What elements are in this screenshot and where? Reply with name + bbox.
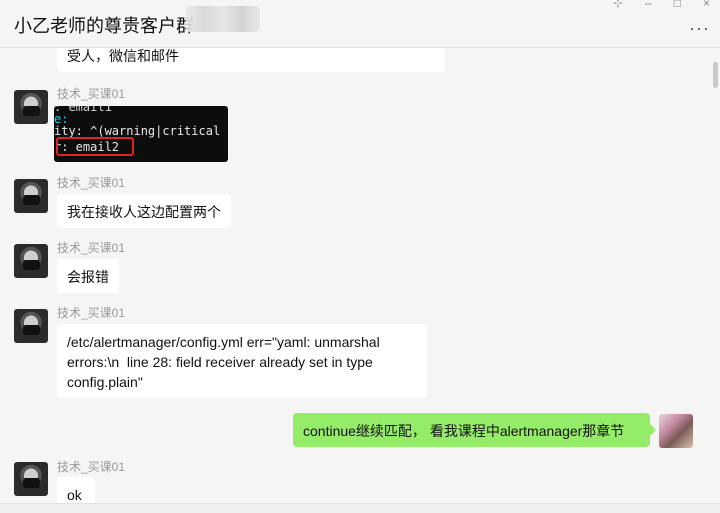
message-text: ok [67,487,82,503]
code-line: ity: ^(warning|critical [54,124,221,138]
message-text: 会报错 [67,269,109,285]
sender-name: 技术_买课01 [57,306,126,320]
sender-name: 技术_买课01 [57,460,126,474]
message-text: continue继续匹配， 看我课程中alertmanager那章节 [303,423,625,439]
highlight-box [56,137,134,156]
avatar[interactable] [14,244,48,278]
message-text: 我在接收人这边配置两个 [67,204,221,220]
sender-name: 技术_买课01 [57,241,126,255]
my-avatar[interactable] [659,414,693,448]
minimize-icon[interactable]: – [645,0,652,10]
message-text-line: /etc/alertmanager/config.yml err="yaml: … [67,334,380,350]
avatar[interactable] [14,90,48,124]
code-screenshot-image[interactable]: : email1 e: ity: ^(warning|critical r: e… [54,106,228,162]
my-message-bubble[interactable]: continue继续匹配， 看我课程中alertmanager那章节 [293,413,656,447]
scrollbar-thumb[interactable] [713,62,718,88]
maximize-icon[interactable]: □ [674,0,681,10]
pin-icon[interactable]: ⊹ [613,0,623,10]
avatar[interactable] [14,309,48,343]
close-icon[interactable]: × [703,0,710,10]
message-bubble[interactable]: 我在接收人这边配置两个 [57,194,231,228]
more-options-button[interactable]: ··· [689,18,710,39]
window-controls: ⊹ – □ × [613,0,710,10]
message-text: 受人，微信和邮件 [67,48,179,64]
message-bubble[interactable]: /etc/alertmanager/config.yml err="yaml: … [57,324,427,398]
sender-name: 技术_买课01 [57,87,126,101]
group-title: 小乙老师的尊贵客户群 [14,16,194,36]
avatar[interactable] [14,462,48,496]
message-bubble[interactable]: 受人，微信和邮件 [57,48,445,72]
sender-name: 技术_买课01 [57,176,126,190]
message-bubble[interactable]: 会报错 [57,259,119,293]
avatar[interactable] [14,179,48,213]
message-text-line: config.plain" [67,374,143,390]
message-text-line: errors:\n line 28: field receiver alread… [67,354,373,370]
message-list[interactable]: 受人，微信和邮件 技术_买课01 : email1 e: ity: ^(warn… [0,48,710,503]
blurred-title-region [186,6,260,32]
input-area-divider [0,503,720,513]
message-bubble[interactable]: ok [57,477,95,503]
chat-header: 小乙老师的尊贵客户群 ⊹ – □ × ··· [0,0,720,48]
